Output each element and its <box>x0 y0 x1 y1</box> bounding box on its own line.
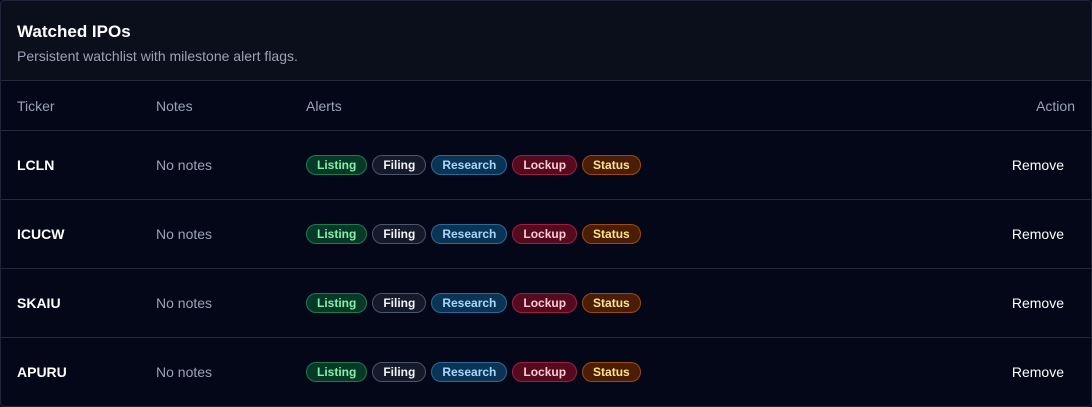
alert-tag-filing: Filing <box>372 155 427 175</box>
alert-tags: Listing Filing Research Lockup Status <box>306 293 911 313</box>
action-cell: Remove <box>911 338 1091 407</box>
alert-tag-filing: Filing <box>372 293 427 313</box>
alerts-cell: Listing Filing Research Lockup Status <box>306 268 911 338</box>
alert-tag-listing: Listing <box>306 224 368 244</box>
ticker-cell: LCLN <box>1 130 156 200</box>
alert-tag-lockup: Lockup <box>512 224 578 244</box>
alert-tag-filing: Filing <box>372 362 427 382</box>
alert-tag-status: Status <box>582 362 641 382</box>
notes-cell: No notes <box>156 199 306 269</box>
alert-tags: Listing Filing Research Lockup Status <box>306 362 911 382</box>
table-row: ICUCW No notes Listing Filing Research Lockup… <box>1 199 1091 269</box>
alert-tag-lockup: Lockup <box>512 155 578 175</box>
alerts-cell: Listing Filing Research Lockup Status <box>306 199 911 269</box>
alert-tag-status: Status <box>582 224 641 244</box>
remove-button[interactable]: Remove <box>1012 157 1064 173</box>
panel-header: Watched IPOs Persistent watchlist with m… <box>1 1 1091 81</box>
action-cell: Remove <box>911 268 1091 338</box>
alert-tag-research: Research <box>431 155 508 175</box>
alert-tags: Listing Filing Research Lockup Status <box>306 155 911 175</box>
panel-title: Watched IPOs <box>17 22 131 41</box>
alert-tag-status: Status <box>582 293 641 313</box>
action-cell: Remove <box>911 130 1091 200</box>
remove-button[interactable]: Remove <box>1012 295 1064 311</box>
notes-cell: No notes <box>156 268 306 338</box>
alerts-cell: Listing Filing Research Lockup Status <box>306 338 911 407</box>
watchlist-table: Ticker Notes Alerts Action LCLN No notes L… <box>1 81 1091 406</box>
ticker-cell: SKAIU <box>1 268 156 338</box>
alert-tag-research: Research <box>431 224 508 244</box>
table-row: LCLN No notes Listing Filing Research Lockup S… <box>1 130 1091 200</box>
table-row: SKAIU No notes Listing Filing Research Lockup… <box>1 268 1091 338</box>
column-header-action: Action <box>911 81 1091 131</box>
remove-button[interactable]: Remove <box>1012 226 1064 242</box>
alert-tag-listing: Listing <box>306 155 368 175</box>
table-row: APURU No notes Listing Filing Research Lockup… <box>1 338 1091 407</box>
column-header-ticker: Ticker <box>1 81 156 131</box>
alert-tag-research: Research <box>431 293 508 313</box>
alert-tag-lockup: Lockup <box>512 293 578 313</box>
alert-tag-lockup: Lockup <box>512 362 578 382</box>
alerts-cell: Listing Filing Research Lockup Status <box>306 130 911 200</box>
column-header-notes: Notes <box>156 81 306 131</box>
alert-tags: Listing Filing Research Lockup Status <box>306 224 911 244</box>
alert-tag-listing: Listing <box>306 362 368 382</box>
ticker-cell: APURU <box>17 364 67 380</box>
ticker-cell: ICUCW <box>1 199 156 269</box>
notes-cell: No notes <box>156 364 213 380</box>
notes-cell: No notes <box>156 130 306 200</box>
alert-tag-research: Research <box>431 362 508 382</box>
action-cell: Remove <box>911 199 1091 269</box>
alert-tag-listing: Listing <box>306 293 368 313</box>
remove-button[interactable]: Remove <box>1012 364 1064 380</box>
table-header-row: Ticker Notes Alerts Action <box>1 81 1091 131</box>
column-header-alerts: Alerts <box>306 81 911 131</box>
panel-subtitle: Persistent watchlist with milestone aler… <box>17 48 298 64</box>
watched-ipos-panel: Watched IPOs Persistent watchlist with m… <box>0 0 1092 407</box>
alert-tag-status: Status <box>582 155 641 175</box>
alert-tag-filing: Filing <box>372 224 427 244</box>
